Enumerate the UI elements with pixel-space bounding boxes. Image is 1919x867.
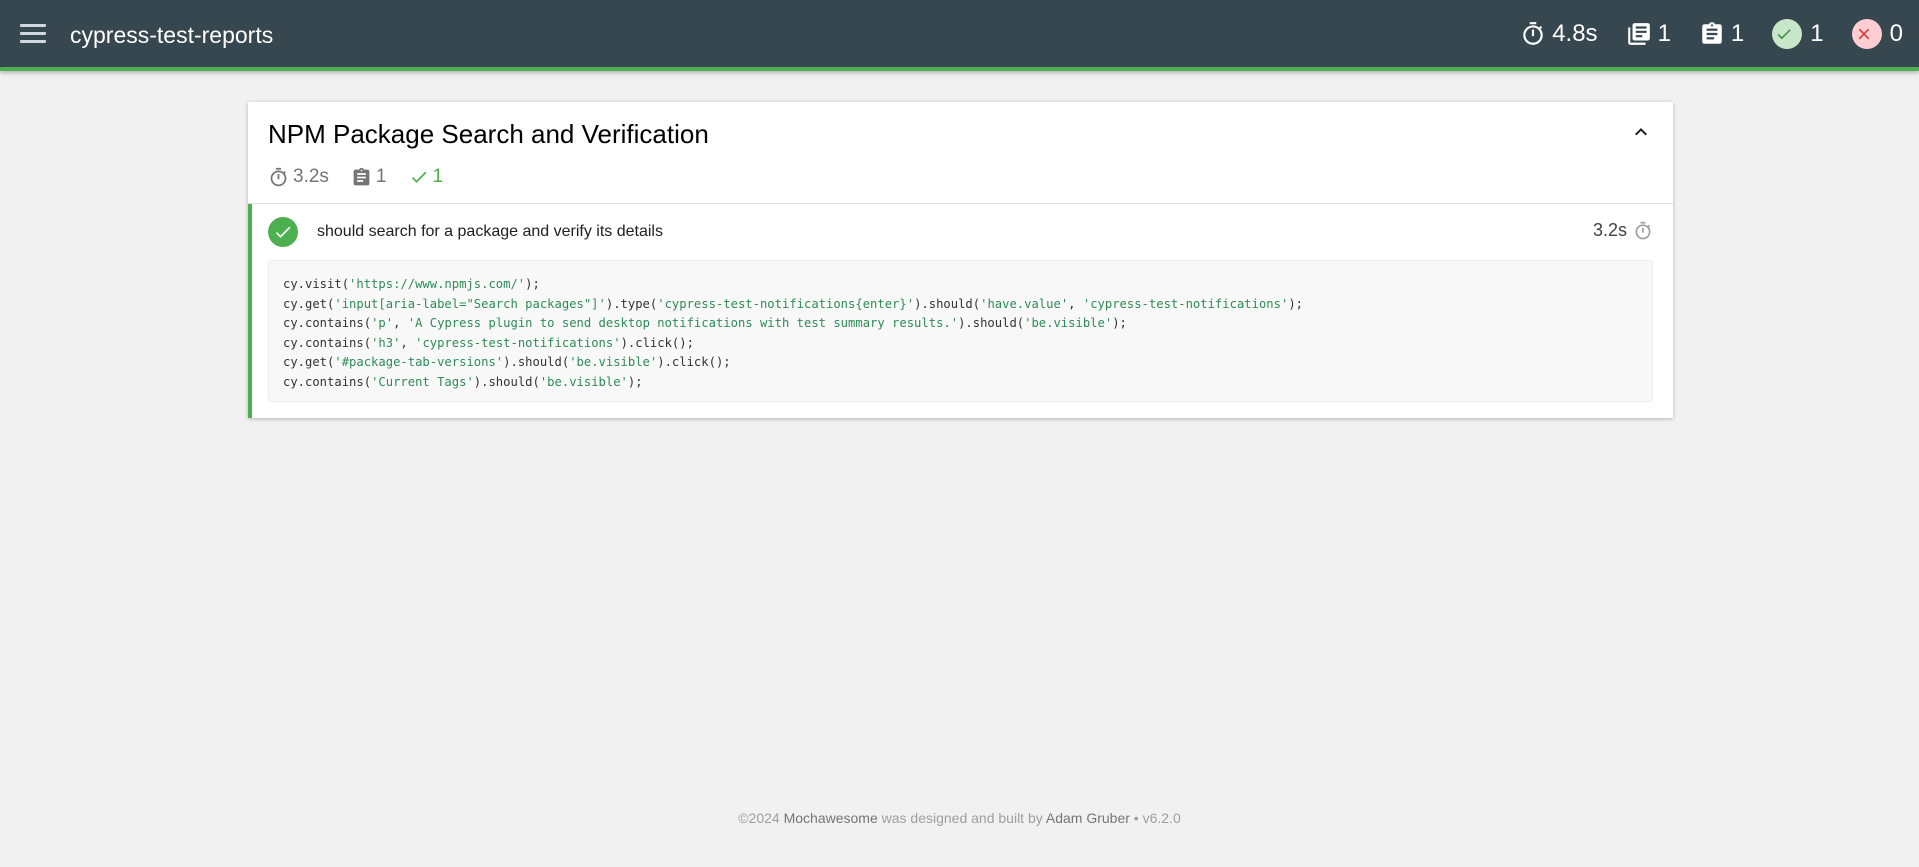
code-token: ).should( bbox=[503, 355, 570, 370]
nav-failures-count: 0 bbox=[1889, 20, 1903, 47]
footer-author-link[interactable]: Adam Gruber bbox=[1046, 810, 1130, 826]
stopwatch-icon bbox=[270, 167, 287, 186]
code-line: cy.contains('p', 'A Cypress plugin to se… bbox=[283, 314, 1638, 334]
nav-stat-passes[interactable]: 1 bbox=[1772, 19, 1824, 49]
suite-card: NPM Package Search and Verification 3.2s… bbox=[248, 102, 1673, 418]
test-code-block: cy.visit('https://www.npmjs.com/'); cy.ge… bbox=[268, 260, 1653, 402]
suite-stat-tests: 1 bbox=[351, 166, 387, 188]
footer: ©2024 Mochawesome was designed and built… bbox=[0, 810, 1919, 826]
stopwatch-icon bbox=[1635, 221, 1651, 239]
code-token: cy.visit( bbox=[283, 277, 350, 291]
suite-tests-count: 1 bbox=[375, 166, 387, 187]
code-token: cy.get( bbox=[283, 355, 335, 370]
code-token: ); bbox=[1112, 316, 1127, 331]
suite-stat-passes: 1 bbox=[409, 166, 444, 188]
code-string-token: 'be.visible' bbox=[569, 355, 658, 370]
clipboard-icon bbox=[1702, 22, 1722, 44]
code-token: , bbox=[393, 316, 408, 331]
top-navbar: cypress-test-reports 4.8s 1 1 1 0 bbox=[0, 0, 1919, 71]
check-circle-icon bbox=[1772, 19, 1803, 49]
footer-copyright: ©2024 bbox=[738, 810, 784, 826]
code-string-token: 'cypress-test-notifications' bbox=[415, 335, 621, 350]
footer-mochawesome-link[interactable]: Mochawesome bbox=[784, 810, 878, 826]
code-token: ).click(); bbox=[657, 355, 731, 370]
code-token: ); bbox=[1288, 296, 1303, 311]
library-books-icon bbox=[1627, 23, 1650, 45]
nav-passes-count: 1 bbox=[1810, 20, 1824, 47]
code-token: ).should( bbox=[473, 374, 540, 389]
suite-passes-count: 1 bbox=[432, 166, 444, 187]
clipboard-icon bbox=[353, 167, 370, 185]
stopwatch-icon bbox=[1523, 22, 1543, 45]
code-string-token: 'h3' bbox=[371, 335, 401, 350]
code-string-token: 'be.visible' bbox=[539, 374, 628, 389]
suite-stat-duration: 3.2s bbox=[268, 166, 329, 188]
code-line: cy.visit('https://www.npmjs.com/'); bbox=[283, 275, 1638, 295]
code-token: ).should( bbox=[958, 316, 1025, 331]
test-title: should search for a package and verify i… bbox=[317, 223, 663, 240]
code-line: cy.get('input[aria-label="Search package… bbox=[283, 295, 1638, 315]
nav-stat-tests[interactable]: 1 bbox=[1699, 20, 1744, 48]
test-duration-value: 3.2s bbox=[1592, 220, 1627, 240]
check-circle-icon bbox=[268, 217, 298, 247]
code-token: cy.contains( bbox=[283, 374, 372, 389]
code-string-token: 'cypress-test-notifications' bbox=[1082, 296, 1289, 311]
nav-stat-suites[interactable]: 1 bbox=[1626, 20, 1671, 48]
code-line: cy.contains('h3', 'cypress-test-notifica… bbox=[283, 334, 1638, 354]
nav-tests-count: 1 bbox=[1730, 20, 1745, 47]
code-string-token: 'https://www.npmjs.com/' bbox=[349, 277, 526, 291]
nav-stat-failures[interactable]: 0 bbox=[1851, 19, 1903, 49]
test-item[interactable]: should search for a package and verify i… bbox=[248, 204, 1673, 418]
code-line: cy.get('#package-tab-versions').should('… bbox=[283, 353, 1638, 373]
code-token: , bbox=[400, 335, 416, 350]
code-string-token: 'input[aria-label="Search packages"]' bbox=[334, 296, 606, 311]
code-token: ); bbox=[525, 277, 540, 291]
code-string-token: 'cypress-test-notifications{enter}' bbox=[657, 296, 915, 311]
test-duration: 3.2s bbox=[1593, 220, 1653, 241]
code-string-token: 'be.visible' bbox=[1024, 316, 1113, 331]
code-token: ).click(); bbox=[620, 335, 694, 350]
code-token: ).should( bbox=[914, 296, 981, 311]
check-icon bbox=[411, 171, 426, 183]
code-token: ); bbox=[627, 374, 643, 389]
nav-suites-count: 1 bbox=[1657, 20, 1671, 47]
code-line: cy.contains('Current Tags').should('be.v… bbox=[283, 373, 1638, 393]
nav-stat-duration: 4.8s bbox=[1520, 20, 1598, 48]
suite-header: NPM Package Search and Verification 3.2s… bbox=[248, 102, 1673, 204]
footer-middle-text: was designed and built by bbox=[877, 810, 1046, 826]
suite-duration-value: 3.2s bbox=[293, 166, 329, 187]
code-token: ).type( bbox=[605, 296, 658, 311]
hamburger-menu-icon[interactable] bbox=[20, 24, 46, 46]
code-token: cy.get( bbox=[283, 296, 335, 311]
code-token: cy.contains( bbox=[283, 335, 372, 350]
close-circle-icon bbox=[1851, 19, 1882, 49]
code-string-token: 'p' bbox=[371, 316, 394, 331]
code-string-token: 'have.value' bbox=[980, 296, 1069, 311]
code-token: cy.contains( bbox=[283, 316, 372, 331]
code-string-token: 'A Cypress plugin to send desktop notifi… bbox=[407, 316, 959, 331]
report-title: cypress-test-reports bbox=[70, 22, 274, 48]
code-string-token: '#package-tab-versions' bbox=[334, 355, 504, 370]
suite-stats: 3.2s 1 1 bbox=[268, 166, 465, 188]
navbar-stats: 4.8s 1 1 1 0 bbox=[1492, 18, 1903, 50]
test-header[interactable]: should search for a package and verify i… bbox=[252, 204, 1673, 260]
footer-version: • v6.2.0 bbox=[1129, 810, 1181, 826]
suite-title: NPM Package Search and Verification bbox=[268, 119, 709, 149]
code-string-token: 'Current Tags' bbox=[371, 374, 474, 389]
chevron-up-icon[interactable] bbox=[1629, 120, 1653, 144]
nav-duration-value: 4.8s bbox=[1552, 20, 1598, 47]
code-token: , bbox=[1068, 296, 1083, 311]
